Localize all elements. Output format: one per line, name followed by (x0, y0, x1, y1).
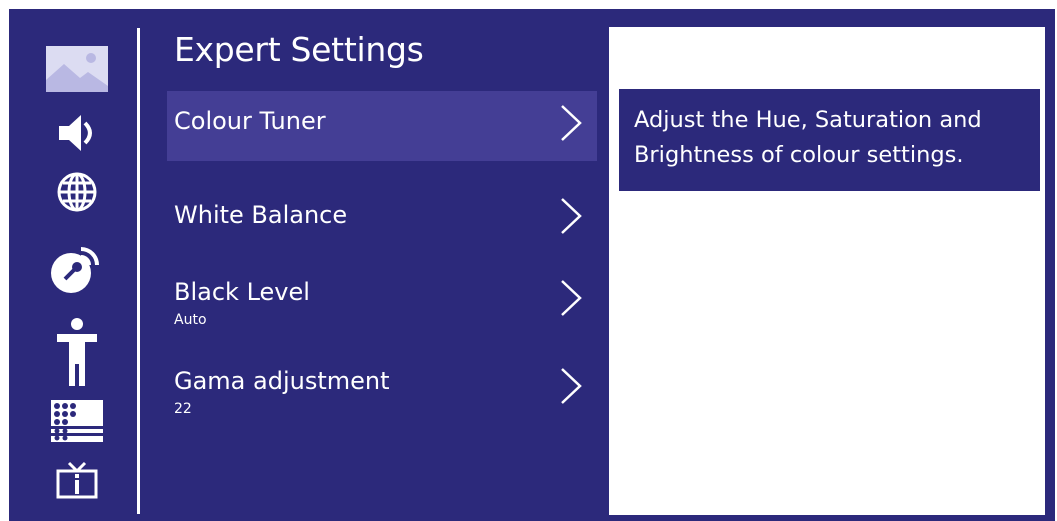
menu-item-label: Black Level (174, 278, 310, 306)
sidebar-divider (137, 28, 140, 514)
menu-item-label: Gama adjustment (174, 367, 390, 395)
tv-info-icon[interactable] (45, 456, 109, 504)
page-title: Expert Settings (174, 30, 424, 69)
description-text: Adjust the Hue, Saturation and Brightnes… (619, 89, 1040, 191)
chevron-right-icon (561, 368, 582, 404)
left-border (0, 0, 9, 521)
satellite-dish-icon[interactable] (45, 245, 109, 293)
description-pane: Adjust the Hue, Saturation and Brightnes… (609, 27, 1045, 515)
speaker-icon[interactable] (45, 109, 109, 157)
menu-item-value: 22 (174, 401, 192, 417)
settings-screen: Expert Settings Colour Tuner White Balan… (0, 0, 1057, 521)
chevron-right-icon (561, 198, 582, 234)
top-border (0, 0, 1057, 9)
globe-icon[interactable] (45, 168, 109, 216)
menu-item-white-balance[interactable]: White Balance (167, 184, 597, 254)
picture-icon[interactable] (45, 45, 109, 93)
menu-item-gama-adjustment[interactable]: Gama adjustment 22 (167, 354, 597, 424)
menu-item-label: Colour Tuner (174, 107, 326, 135)
menu-item-label: White Balance (174, 201, 348, 229)
menu-item-colour-tuner[interactable]: Colour Tuner (167, 91, 597, 161)
parental-lock-grid-icon[interactable] (45, 398, 109, 444)
menu-item-value: Auto (174, 312, 207, 328)
accessibility-person-icon[interactable] (45, 318, 109, 388)
chevron-right-icon (561, 105, 582, 141)
menu-item-black-level[interactable]: Black Level Auto (167, 266, 597, 336)
chevron-right-icon (561, 280, 582, 316)
